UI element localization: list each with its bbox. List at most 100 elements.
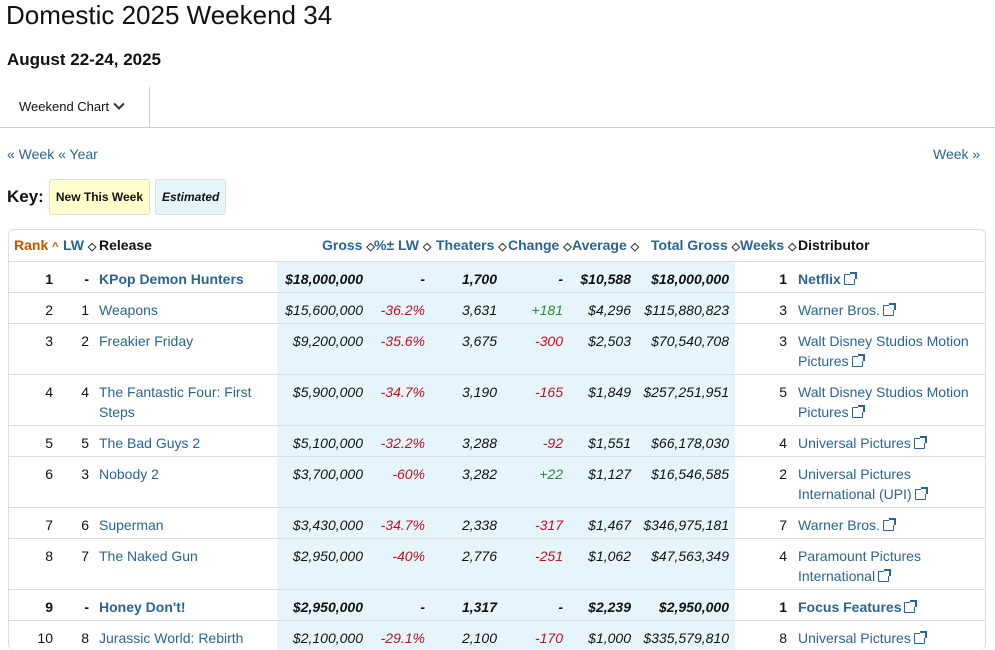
lw-cell: 4 [81,384,89,400]
prev-nav: « Week « Year [7,145,98,163]
release-link[interactable]: The Naked Gun [99,546,279,566]
rank-cell: 4 [45,384,53,400]
release-link[interactable]: Nobody 2 [99,464,279,484]
pct-lw-cell: -29.1% [380,630,425,646]
average-cell: $1,551 [588,435,631,451]
distributor-link[interactable]: Focus Features [798,597,983,617]
change-cell: - [558,271,563,287]
column-header-rank[interactable]: Rank ^ [14,230,59,261]
column-header-change[interactable]: Change ◇ [508,230,572,261]
distributor-link[interactable]: Warner Bros. [798,300,983,320]
column-header-theaters[interactable]: Theaters ◇ [436,230,507,261]
distributor-link[interactable]: Walt Disney Studios Motion Pictures [798,331,983,371]
external-link-icon [882,518,896,531]
lw-cell: 1 [81,302,89,318]
theaters-cell: 2,338 [461,517,497,533]
release-link[interactable]: KPop Demon Hunters [99,269,279,289]
external-link-icon [904,600,918,613]
column-header-lw[interactable]: LW ◇ [63,230,96,261]
theaters-cell: 2,776 [461,548,497,564]
key-new-this-week: New This Week [48,179,150,215]
prev-year-link[interactable]: « Year [58,146,98,162]
chart-type-bar: Weekend Chart [0,87,995,128]
weeks-cell: 1 [779,271,787,287]
chevron-down-icon [113,98,125,110]
total-gross-cell: $18,000,000 [651,271,729,287]
external-link-icon [843,272,857,285]
rank-cell: 6 [45,466,53,482]
average-cell: $1,062 [588,548,631,564]
key-label: Key: [7,187,44,206]
change-cell: - [558,599,563,615]
pct-lw-cell: -32.2% [380,435,425,451]
change-cell: +181 [531,302,563,318]
key-legend: Key: New This Week Estimated [7,179,231,215]
external-link-icon [913,436,927,449]
pct-lw-cell: -34.7% [380,517,425,533]
column-header-release[interactable]: Release [99,230,152,261]
distributor-link[interactable]: Universal Pictures [798,628,983,648]
column-header-average[interactable]: Average ◇ [572,230,639,261]
pct-lw-cell: -36.2% [380,302,425,318]
release-link[interactable]: The Bad Guys 2 [99,433,279,453]
pct-lw-cell: - [420,271,425,287]
theaters-cell: 1,317 [461,599,497,615]
distributor-link[interactable]: Universal Pictures [798,433,983,453]
change-cell: -165 [534,384,563,400]
table-row: 4 4 The Fantastic Four: First Steps $5,900,… [9,374,985,426]
total-gross-cell: $47,563,349 [651,548,729,564]
column-header-total-gross[interactable]: Total Gross ◇ [651,230,740,261]
rank-cell: 5 [45,435,53,451]
pct-lw-cell: -35.6% [380,333,425,349]
gross-cell: $2,100,000 [292,630,363,646]
external-link-icon [913,631,927,644]
total-gross-cell: $2,950,000 [658,599,729,615]
external-link-icon [878,569,892,582]
theaters-cell: 3,675 [461,333,497,349]
release-link[interactable]: Superman [99,515,279,535]
rank-cell: 8 [45,548,53,564]
distributor-link[interactable]: Universal Pictures International (UPI) [798,464,983,504]
column-header-pct-lw[interactable]: %± LW ◇ [374,230,431,261]
pct-lw-cell: -60% [392,466,425,482]
change-cell: -170 [534,630,563,646]
distributor-link[interactable]: Warner Bros. [798,515,983,535]
release-link[interactable]: Jurassic World: Rebirth [99,628,279,648]
distributor-link[interactable]: Walt Disney Studios Motion Pictures [798,382,983,422]
next-week-link[interactable]: Week » [933,146,980,162]
table-row: 6 3 Nobody 2 $3,700,000 -60% 3,282 +22 $1,127 $1… [9,456,985,508]
release-link[interactable]: The Fantastic Four: First Steps [99,382,279,422]
pct-lw-cell: -34.7% [380,384,425,400]
weeks-cell: 5 [779,384,787,400]
total-gross-cell: $16,546,585 [651,466,729,482]
prev-week-link[interactable]: « Week [7,146,54,162]
release-link[interactable]: Honey Don't! [99,597,279,617]
average-cell: $2,239 [588,599,631,615]
gross-cell: $9,200,000 [292,333,363,349]
gross-cell: $3,430,000 [292,517,363,533]
distributor-link[interactable]: Paramount Pictures International [798,546,983,586]
column-header-weeks[interactable]: Weeks ◇ [740,230,796,261]
external-link-icon [882,303,896,316]
weeks-cell: 3 [779,302,787,318]
release-link[interactable]: Weapons [99,300,279,320]
change-cell: -251 [534,548,563,564]
release-link[interactable]: Freakier Friday [99,331,279,351]
distributor-link[interactable]: Netflix [798,269,983,289]
column-header-distributor[interactable]: Distributor [798,230,870,261]
lw-cell: - [84,599,89,615]
average-cell: $2,503 [588,333,631,349]
weekend-chart-dropdown[interactable]: Weekend Chart [0,87,150,127]
column-header-gross[interactable]: Gross ◇ [322,230,375,261]
theaters-cell: 3,631 [461,302,497,318]
total-gross-cell: $335,579,810 [643,630,729,646]
theaters-cell: 3,282 [461,466,497,482]
weeks-cell: 8 [779,630,787,646]
weeks-cell: 1 [779,599,787,615]
average-cell: $1,849 [588,384,631,400]
lw-cell: 3 [81,466,89,482]
total-gross-cell: $66,178,030 [651,435,729,451]
theaters-cell: 2,100 [461,630,497,646]
rank-cell: 2 [45,302,53,318]
pct-lw-cell: -40% [392,548,425,564]
